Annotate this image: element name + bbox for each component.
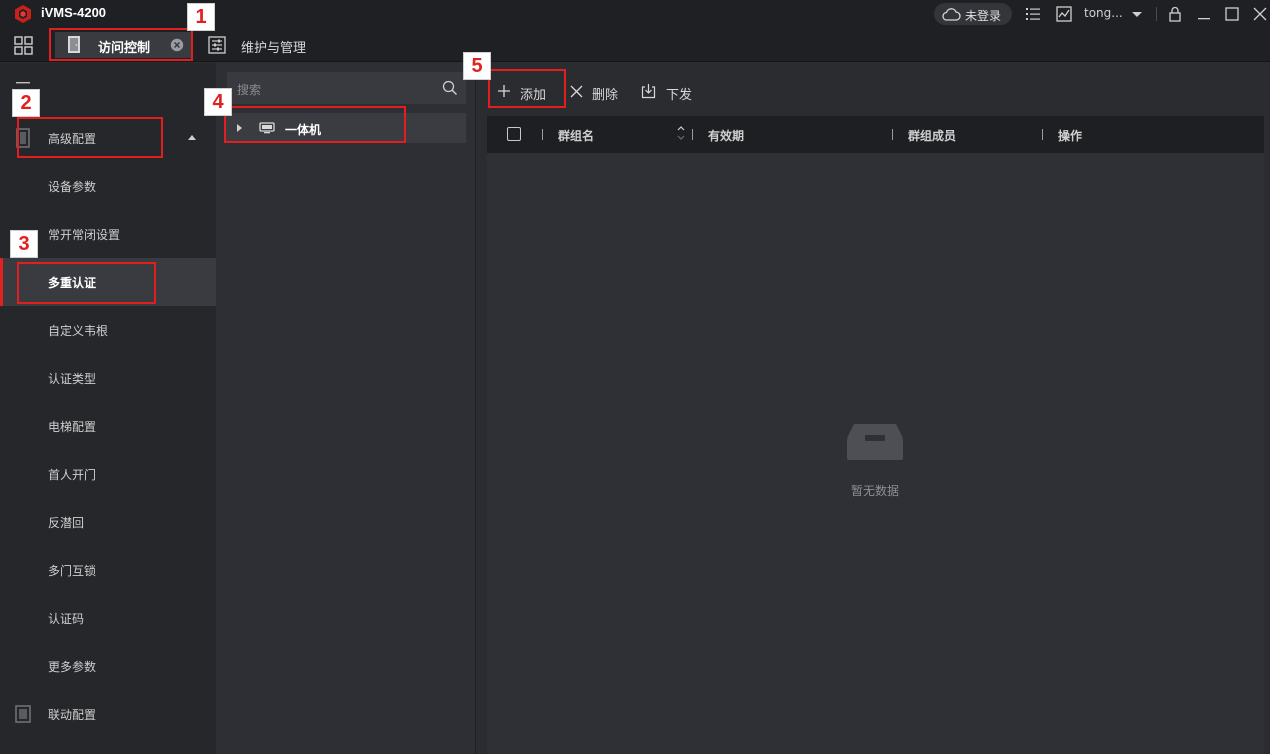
sidebar-item-auth-code[interactable]: 认证码 <box>0 594 216 642</box>
sidebar-item-auth-type[interactable]: 认证类型 <box>0 354 216 402</box>
maintenance-icon <box>208 36 226 54</box>
annotation-badge-3: 3 <box>10 230 38 258</box>
sidebar-item-multi-door-interlock[interactable]: 多门互锁 <box>0 546 216 594</box>
lock-icon[interactable] <box>1166 5 1184 23</box>
annotation-badge-4: 4 <box>204 88 232 116</box>
device-search-input[interactable]: 搜索 <box>227 72 466 104</box>
issue-label: 下发 <box>666 88 693 103</box>
tab-close-icon[interactable] <box>170 38 184 52</box>
close-icon[interactable] <box>1251 5 1269 23</box>
download-icon <box>641 84 656 99</box>
sidebar-label: 联动配置 <box>48 708 97 722</box>
empty-state-text: 暂无数据 <box>851 484 900 498</box>
sidebar-item-anti-passback[interactable]: 反潜回 <box>0 498 216 546</box>
sidebar-item-custom-wiegand[interactable]: 自定义韦根 <box>0 306 216 354</box>
sidebar-item-device-params[interactable]: 设备参数 <box>0 162 216 210</box>
linkage-config-icon <box>15 705 31 723</box>
delete-label: 删除 <box>592 88 619 103</box>
column-divider <box>542 129 543 140</box>
tree-node-label: 一体机 <box>285 123 322 137</box>
app-title: iVMS-4200 <box>41 5 107 20</box>
column-group-members[interactable]: 群组成员 <box>908 127 956 144</box>
sidebar-label: 反潜回 <box>48 516 85 530</box>
sidebar-label: 认证码 <box>48 612 85 626</box>
sidebar-label: 更多参数 <box>48 660 97 674</box>
sidebar-label: 高级配置 <box>48 132 97 146</box>
collapse-menu-icon[interactable] <box>14 80 32 88</box>
annotation-badge-2: 2 <box>12 89 40 117</box>
annotation-badge-1: 1 <box>187 3 215 31</box>
search-icon[interactable] <box>442 80 458 96</box>
task-list-icon[interactable] <box>1024 5 1042 23</box>
maximize-icon[interactable] <box>1223 5 1241 23</box>
column-validity[interactable]: 有效期 <box>708 127 744 144</box>
search-placeholder: 搜索 <box>237 83 262 97</box>
plus-icon <box>498 85 510 97</box>
tree-node-device[interactable]: 一体机 <box>226 113 466 143</box>
sort-icon[interactable] <box>676 124 686 142</box>
advanced-config-icon <box>16 128 30 148</box>
table-header <box>487 116 1264 153</box>
sidebar-label: 多重认证 <box>48 276 97 290</box>
sidebar-group-advanced-config[interactable]: 高级配置 <box>0 114 216 162</box>
issue-button[interactable]: 下发 <box>641 82 697 103</box>
device-tree-panel <box>216 63 476 754</box>
column-divider <box>692 129 693 140</box>
sidebar-label: 电梯配置 <box>48 420 97 434</box>
door-icon <box>68 36 80 53</box>
app-grid-icon[interactable] <box>14 36 33 55</box>
device-terminal-icon <box>259 122 275 134</box>
select-all-checkbox[interactable] <box>507 127 521 141</box>
delete-button[interactable]: 删除 <box>570 82 626 103</box>
minimize-icon[interactable] <box>1195 5 1213 23</box>
column-operation[interactable]: 操作 <box>1058 127 1082 144</box>
sidebar-group-linkage-config[interactable]: 联动配置 <box>0 690 216 738</box>
sidebar-label: 多门互锁 <box>48 564 97 578</box>
tab-access-control-label: 访问控制 <box>98 41 151 56</box>
sidebar-label: 认证类型 <box>48 372 97 386</box>
add-button[interactable]: 添加 <box>497 82 553 103</box>
sidebar-item-elevator-config[interactable]: 电梯配置 <box>0 402 216 450</box>
annotation-badge-5: 5 <box>463 52 491 80</box>
user-name[interactable]: tong... <box>1084 6 1123 20</box>
column-divider <box>892 129 893 140</box>
sidebar-item-more-params[interactable]: 更多参数 <box>0 642 216 690</box>
chevron-down-icon[interactable] <box>1128 5 1146 23</box>
column-divider <box>1042 129 1043 140</box>
sidebar-item-first-person-open[interactable]: 首人开门 <box>0 450 216 498</box>
column-group-name[interactable]: 群组名 <box>558 127 594 144</box>
empty-box-icon <box>847 424 903 460</box>
sidebar-label: 自定义韦根 <box>48 324 109 338</box>
titlebar-divider <box>1156 7 1157 21</box>
sidebar-item-multi-auth[interactable]: 多重认证 <box>0 258 216 306</box>
cloud-icon <box>942 8 961 21</box>
monitor-icon[interactable] <box>1055 5 1073 23</box>
cloud-status-label: 未登录 <box>965 9 1002 23</box>
expand-arrow-icon[interactable] <box>236 123 243 133</box>
sidebar-label: 常开常闭设置 <box>48 228 121 242</box>
chevron-up-icon[interactable] <box>187 134 197 141</box>
tab-maintenance[interactable]: 维护与管理 <box>241 37 306 56</box>
delete-x-icon <box>570 85 583 98</box>
sidebar-label: 首人开门 <box>48 468 97 482</box>
sidebar-label: 设备参数 <box>48 180 97 194</box>
cloud-login-button[interactable]: 未登录 <box>934 3 1012 25</box>
add-label: 添加 <box>520 88 547 103</box>
app-logo-icon <box>15 5 31 23</box>
